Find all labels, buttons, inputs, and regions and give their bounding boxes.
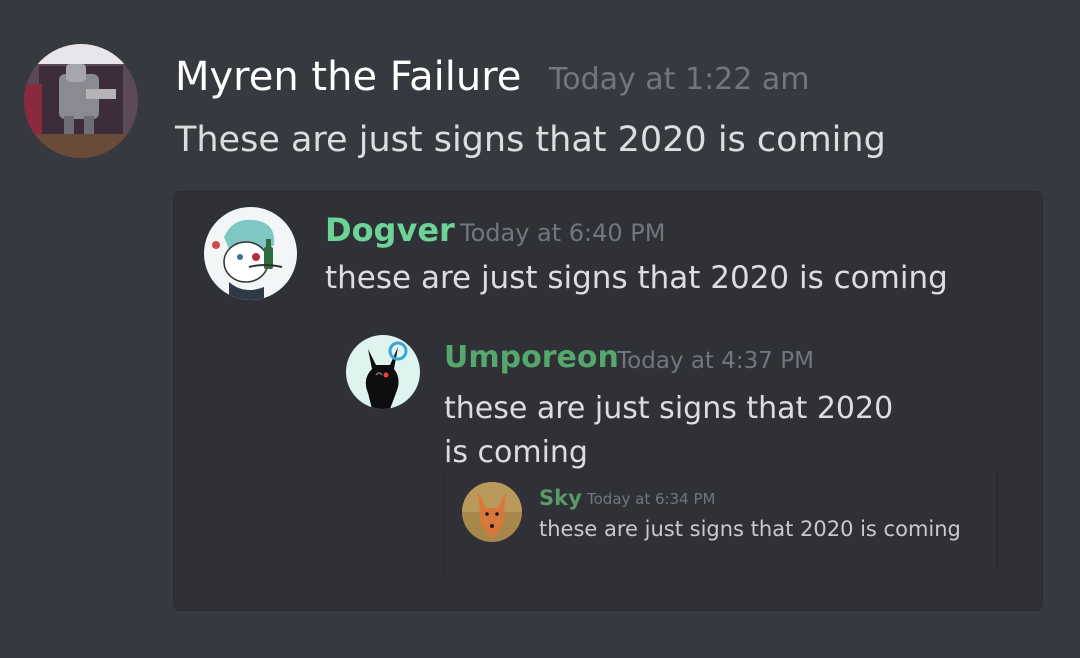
quote-content: these are just signs that 2020 is coming (539, 517, 961, 541)
chat-view: Myren the Failure Today at 1:22 am These… (0, 0, 1080, 658)
message-author[interactable]: Myren the Failure (175, 54, 521, 100)
quote-author-name[interactable]: Dogver (325, 212, 455, 249)
quote-author-name[interactable]: Sky (539, 486, 582, 510)
quote-author-avatar[interactable] (204, 207, 297, 300)
quote-timestamp: Today at 6:34 PM (587, 490, 716, 508)
quote-author-avatar[interactable] (346, 335, 420, 409)
quote-author-name[interactable]: Umporeon (444, 340, 619, 376)
quote-timestamp: Today at 4:37 PM (617, 348, 814, 374)
quote-author-avatar[interactable] (462, 482, 522, 542)
message-timestamp: Today at 1:22 am (549, 62, 810, 97)
quote-timestamp: Today at 6:40 PM (460, 219, 666, 247)
message-content: These are just signs that 2020 is coming (175, 120, 886, 160)
user-avatar[interactable] (24, 44, 138, 158)
quote-content: these are just signs that 2020 is coming (325, 260, 948, 296)
quote-content: these are just signs that 2020 is coming (444, 391, 894, 470)
